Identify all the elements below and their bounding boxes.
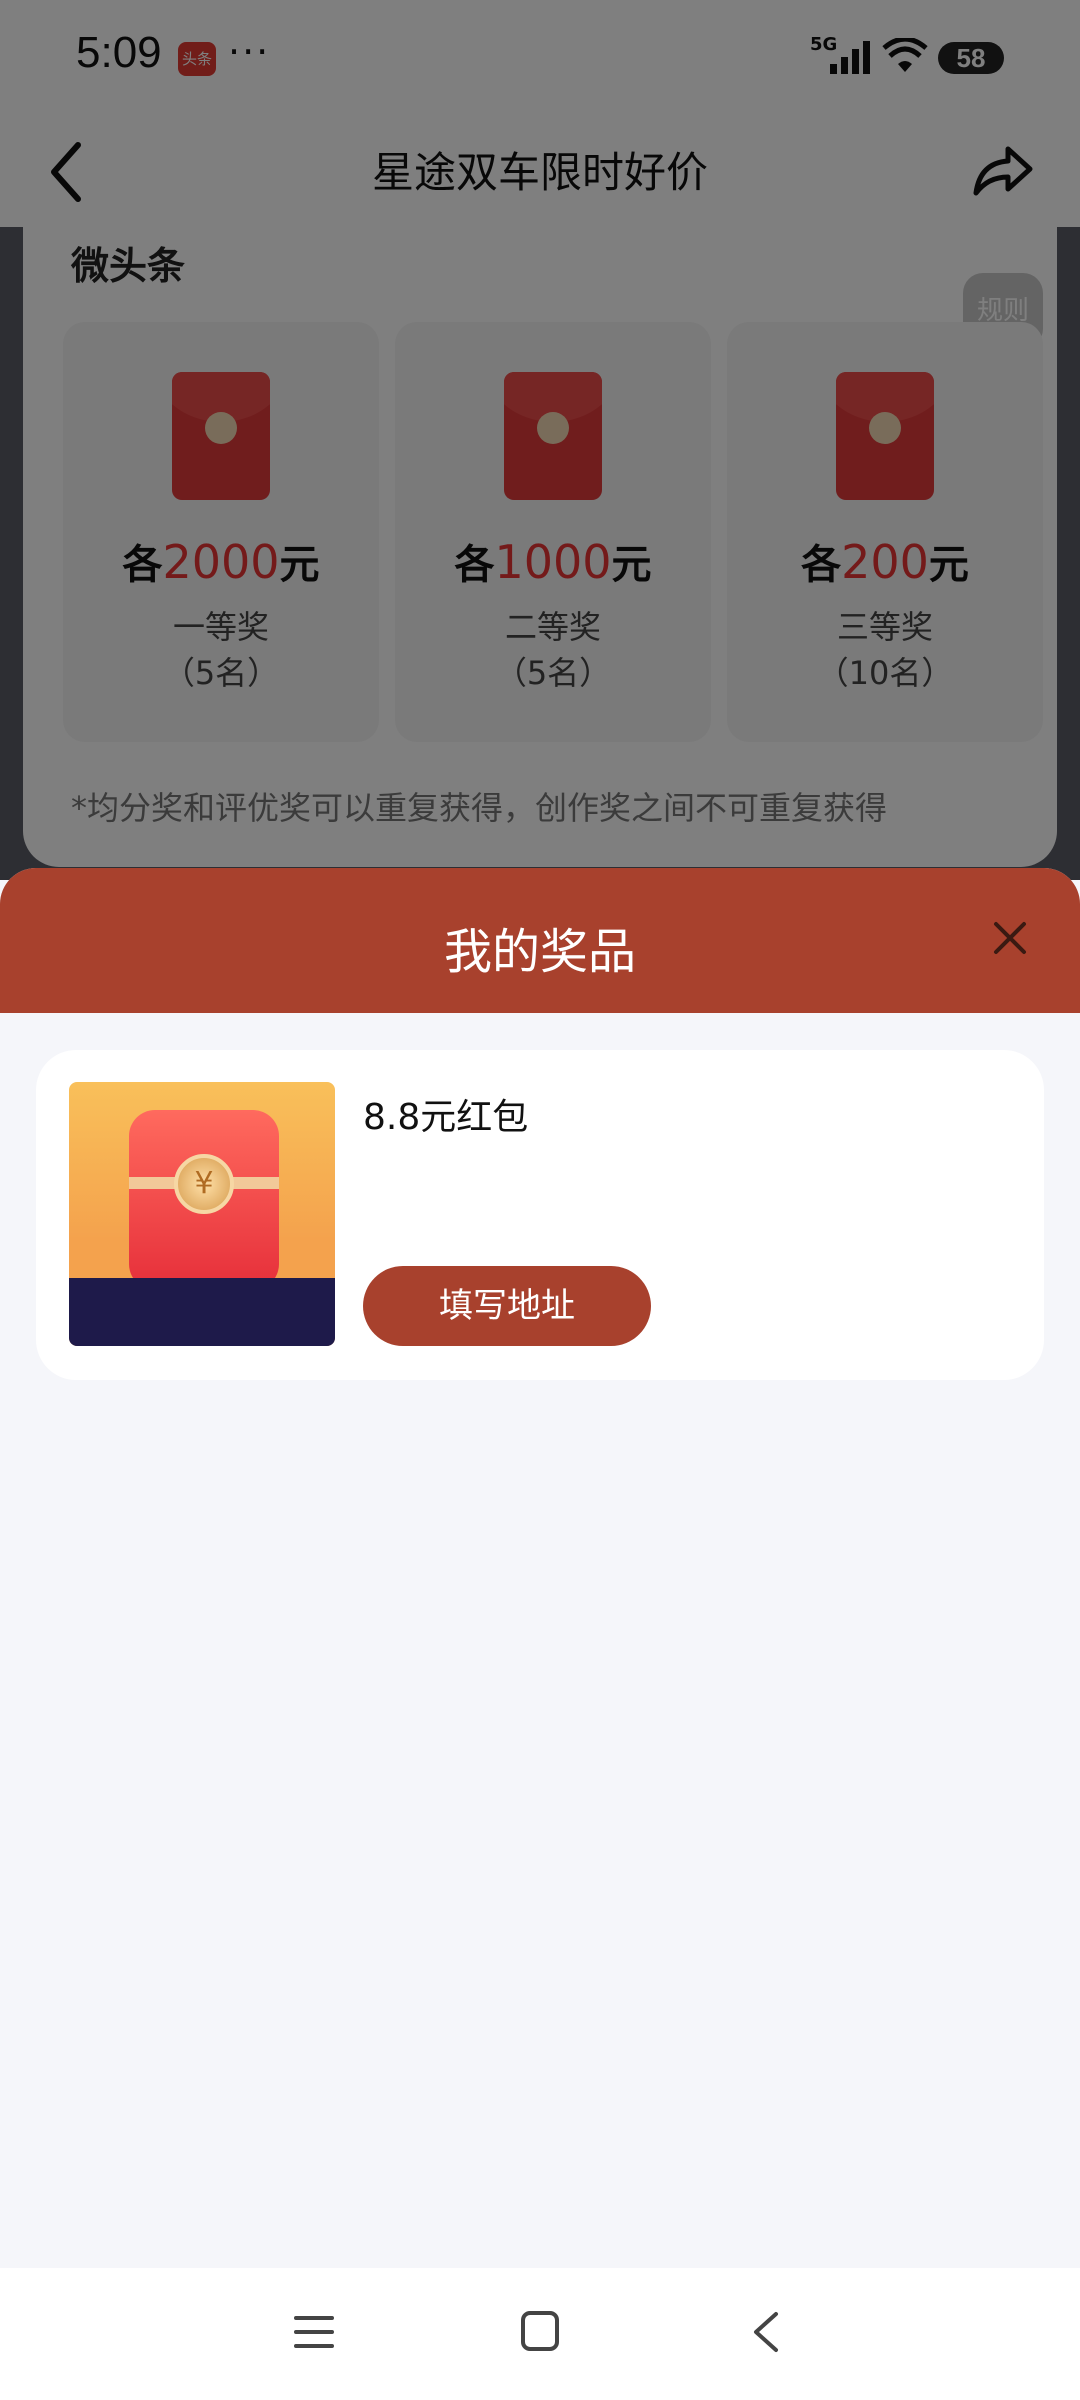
close-icon[interactable] <box>986 914 1034 962</box>
system-nav-bar <box>0 2268 1080 2400</box>
thumbnail-base <box>69 1278 335 1346</box>
prize-item-card: ¥ 8.8元红包 填写地址 <box>36 1050 1044 1380</box>
sheet-header: 我的奖品 <box>0 868 1080 1013</box>
yuan-coin-icon: ¥ <box>174 1154 234 1214</box>
prize-name: 8.8元红包 <box>363 1097 529 1138</box>
back-icon[interactable] <box>748 2308 784 2356</box>
red-packet-thumbnail: ¥ <box>69 1082 335 1346</box>
menu-icon[interactable] <box>292 2312 336 2352</box>
home-icon[interactable] <box>520 2310 560 2352</box>
modal-dim-overlay[interactable] <box>0 0 1080 880</box>
sheet-title: 我的奖品 <box>443 924 636 980</box>
fill-address-button[interactable]: 填写地址 <box>363 1266 651 1346</box>
my-prizes-sheet: 我的奖品 ¥ 8.8元红包 填写地址 <box>0 868 1080 2268</box>
